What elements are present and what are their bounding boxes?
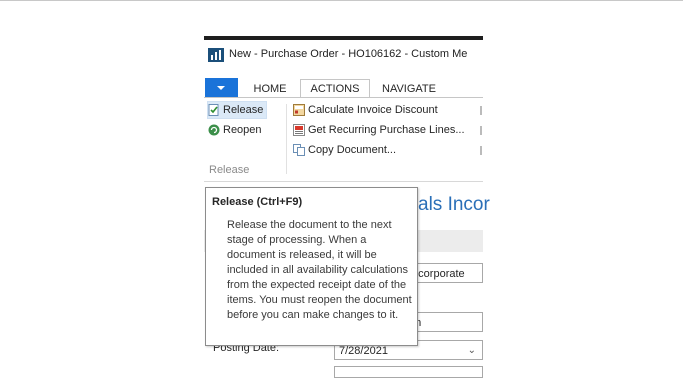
release-tooltip: Release (Ctrl+F9) Release the document t… (205, 187, 418, 346)
top-divider (0, 0, 683, 1)
calculator-icon (293, 104, 305, 116)
release-button[interactable]: Release (207, 101, 267, 119)
page-title-text: als Incor (418, 194, 490, 215)
calculate-invoice-discount-label: Calculate Invoice Discount (308, 104, 438, 116)
release-document-icon (208, 104, 219, 116)
chevron-down-icon[interactable]: ⌄ (468, 341, 476, 359)
ribbon-panel: Release Reopen Calculate Invoice Discoun… (204, 97, 483, 178)
tab-home[interactable]: HOME (242, 80, 298, 98)
tab-navigate[interactable]: NAVIGATE (374, 80, 444, 98)
release-group-label: Release (209, 164, 250, 176)
ribbon-next-group-edge (480, 106, 482, 115)
window-title: New - Purchase Order - HO106162 - Custom… (229, 48, 468, 60)
copy-document-icon (293, 144, 305, 156)
next-field[interactable] (334, 366, 483, 378)
copy-document-label: Copy Document... (308, 144, 397, 156)
ribbon-separator (286, 104, 287, 174)
release-label: Release (223, 104, 264, 116)
application-menu-button[interactable] (205, 78, 238, 98)
ribbon-bottom-border (204, 181, 483, 182)
dynamics-logo-icon (208, 48, 224, 62)
tab-actions[interactable]: ACTIONS (300, 79, 370, 99)
recurring-lines-icon (293, 124, 305, 136)
ribbon-next-group-edge (480, 146, 482, 155)
tooltip-title: Release (Ctrl+F9) (212, 196, 303, 208)
reopen-button[interactable]: Reopen (208, 122, 266, 138)
get-recurring-purchase-lines-label: Get Recurring Purchase Lines... (308, 124, 465, 136)
posting-date-value: 7/28/2021 (339, 345, 388, 357)
reopen-label: Reopen (223, 124, 262, 136)
window-title-bar: New - Purchase Order - HO106162 - Custom… (204, 46, 483, 64)
reopen-icon (208, 124, 220, 136)
ribbon-tabs: HOME ACTIONS NAVIGATE (204, 78, 483, 99)
ribbon-next-group-edge (480, 126, 482, 135)
title-bar-strip (204, 36, 483, 40)
tooltip-body: Release the document to the next stage o… (227, 219, 412, 321)
